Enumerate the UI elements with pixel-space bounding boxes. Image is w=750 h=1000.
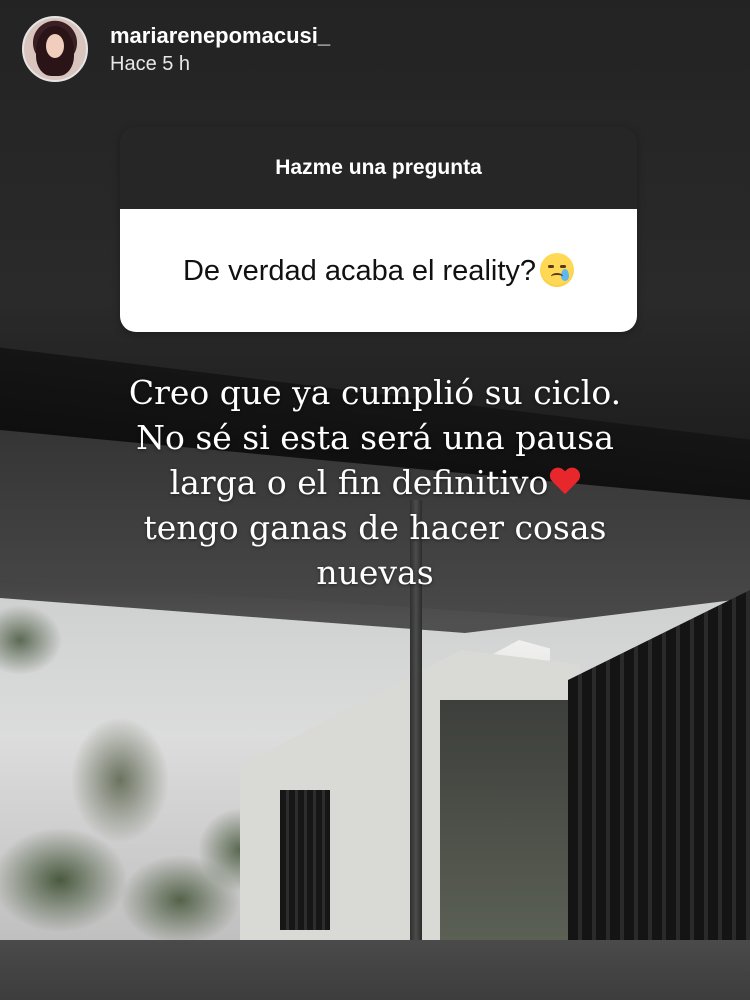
avatar[interactable]	[22, 16, 88, 82]
question-text-wrap: De verdad acaba el reality?	[182, 253, 575, 288]
post-timestamp: Hace 5 h	[110, 52, 191, 75]
background-small-slats	[280, 790, 330, 930]
answer-line: No sé si esta será una pausa	[136, 418, 614, 457]
question-sticker-body: De verdad acaba el reality?	[120, 209, 637, 332]
answer-line: larga o el fin definitivo	[169, 463, 549, 502]
answer-line: tengo ganas de hacer cosas	[143, 508, 607, 547]
username[interactable]: mariarenepomacusi_	[110, 23, 330, 49]
story-view[interactable]: mariarenepomacusi_ Hace 5 h Hazme una pr…	[0, 0, 750, 1000]
answer-text: Creo que ya cumplió su ciclo. No sé si e…	[75, 370, 675, 595]
answer-line-with-heart: larga o el fin definitivo	[75, 460, 675, 505]
question-sticker[interactable]: Hazme una pregunta De verdad acaba el re…	[120, 127, 637, 332]
answer-line: Creo que ya cumplió su ciclo.	[128, 373, 622, 412]
header-text: mariarenepomacusi_ Hace 5 h	[110, 23, 330, 76]
question-sticker-header: Hazme una pregunta	[120, 127, 637, 209]
crying-face-emoji-icon	[540, 253, 575, 287]
background-building-window	[440, 700, 580, 940]
story-header: mariarenepomacusi_ Hace 5 h	[22, 16, 330, 82]
background-floor	[0, 940, 750, 1000]
question-text: De verdad acaba el reality?	[182, 255, 537, 287]
emoji-mouth	[551, 273, 564, 280]
answer-line: nuevas	[316, 553, 434, 592]
question-prompt: Hazme una pregunta	[275, 156, 482, 179]
red-heart-icon	[550, 468, 580, 496]
avatar-face	[46, 34, 64, 58]
